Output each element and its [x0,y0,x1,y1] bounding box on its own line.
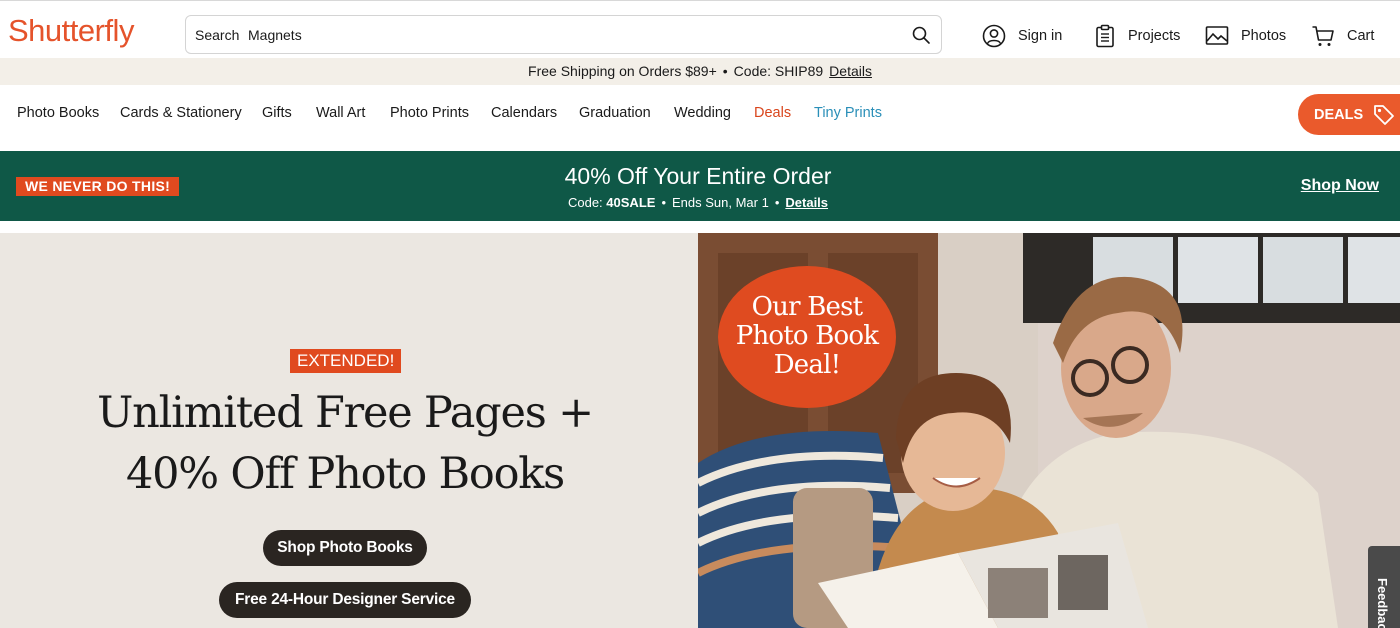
shutterfly-logo[interactable]: Shutterfly [8,13,134,49]
clipboard-icon [1096,24,1114,48]
hero-title: Unlimited Free Pages + 40% Off Photo Boo… [0,383,690,505]
nav-photo-books[interactable]: Photo Books [17,105,99,121]
account-icon [982,24,1006,48]
hero-title-line2: 40% Off Photo Books [125,449,565,499]
banner-subtitle: Code: 40SALE • Ends Sun, Mar 1 • Details [0,195,1396,210]
best-deal-badge: Our Best Photo Book Deal! [718,266,896,408]
nav-gifts[interactable]: Gifts [262,105,292,121]
search-icon[interactable] [911,25,931,45]
banner-title: 40% Off Your Entire Order [564,163,832,189]
image-icon [1205,26,1229,45]
nav-wall-art[interactable]: Wall Art [316,105,365,121]
cart-label: Cart [1347,28,1375,44]
nav-calendars[interactable]: Calendars [491,105,557,121]
cart-icon [1312,26,1334,46]
hero-photo: Our Best Photo Book Deal! [698,233,1400,628]
nav-deals[interactable]: Deals [754,105,791,121]
sign-in-label: Sign in [1018,28,1063,44]
promo-code: 40SALE [606,195,656,210]
feedback-label: Feedback [1375,578,1390,628]
extended-tag: EXTENDED! [290,349,402,373]
hero-title-line1: Unlimited Free Pages + [97,388,594,438]
separator-dot: • [722,63,728,79]
tag-icon [1374,104,1395,125]
spacer [0,221,1400,233]
site-header: Shutterfly Search Sign in Projects [0,0,1400,58]
photos-label: Photos [1241,28,1287,44]
nav-wedding[interactable]: Wedding [674,105,731,121]
cart-link[interactable]: Cart [1311,23,1374,49]
sign-in-link[interactable]: Sign in [982,23,1062,49]
badge-line1: Our Best [751,292,863,322]
search-bar[interactable]: Search [185,15,942,54]
photos-link[interactable]: Photos [1205,23,1286,49]
sale-banner: WE NEVER DO THIS! 40% Off Your Entire Or… [0,151,1400,221]
nav-tiny-prints[interactable]: Tiny Prints [814,105,882,121]
ends-date: Ends Sun, Mar 1 [672,195,769,210]
separator-dot: • [774,195,780,210]
deals-button-label: DEALS [1314,106,1364,123]
free-shipping-strip: Free Shipping on Orders $89+ • Code: SHIP8… [0,58,1400,85]
nav-cards-stationery[interactable]: Cards & Stationery [120,105,242,121]
code-prefix: Code: [567,195,603,210]
nav-graduation[interactable]: Graduation [579,105,651,121]
deals-button[interactable]: DEALS [1298,94,1400,135]
feedback-tab[interactable]: Feedback [1368,546,1400,628]
designer-service-button[interactable]: Free 24-Hour Designer Service [219,582,471,618]
shipping-code: Code: SHIP89 [733,63,824,79]
nav-photo-prints[interactable]: Photo Prints [390,105,469,121]
shop-now-link[interactable]: Shop Now [1301,177,1379,195]
projects-link[interactable]: Projects [1094,23,1180,49]
banner-details-link[interactable]: Details [785,195,828,210]
projects-label: Projects [1128,28,1181,44]
shipping-text: Free Shipping on Orders $89+ [528,63,717,79]
main-nav: Photo Books Cards & Stationery Gifts Wal… [0,85,1400,141]
hero-text-panel: EXTENDED! Unlimited Free Pages + 40% Off… [0,233,698,628]
badge-line2: Photo Book [735,321,879,351]
badge-line3: Deal! [773,350,841,380]
search-input[interactable] [248,23,888,47]
shop-photo-books-button[interactable]: Shop Photo Books [263,530,427,566]
search-label: Search [195,27,240,43]
shipping-details-link[interactable]: Details [829,63,872,79]
separator-dot: • [661,195,666,210]
